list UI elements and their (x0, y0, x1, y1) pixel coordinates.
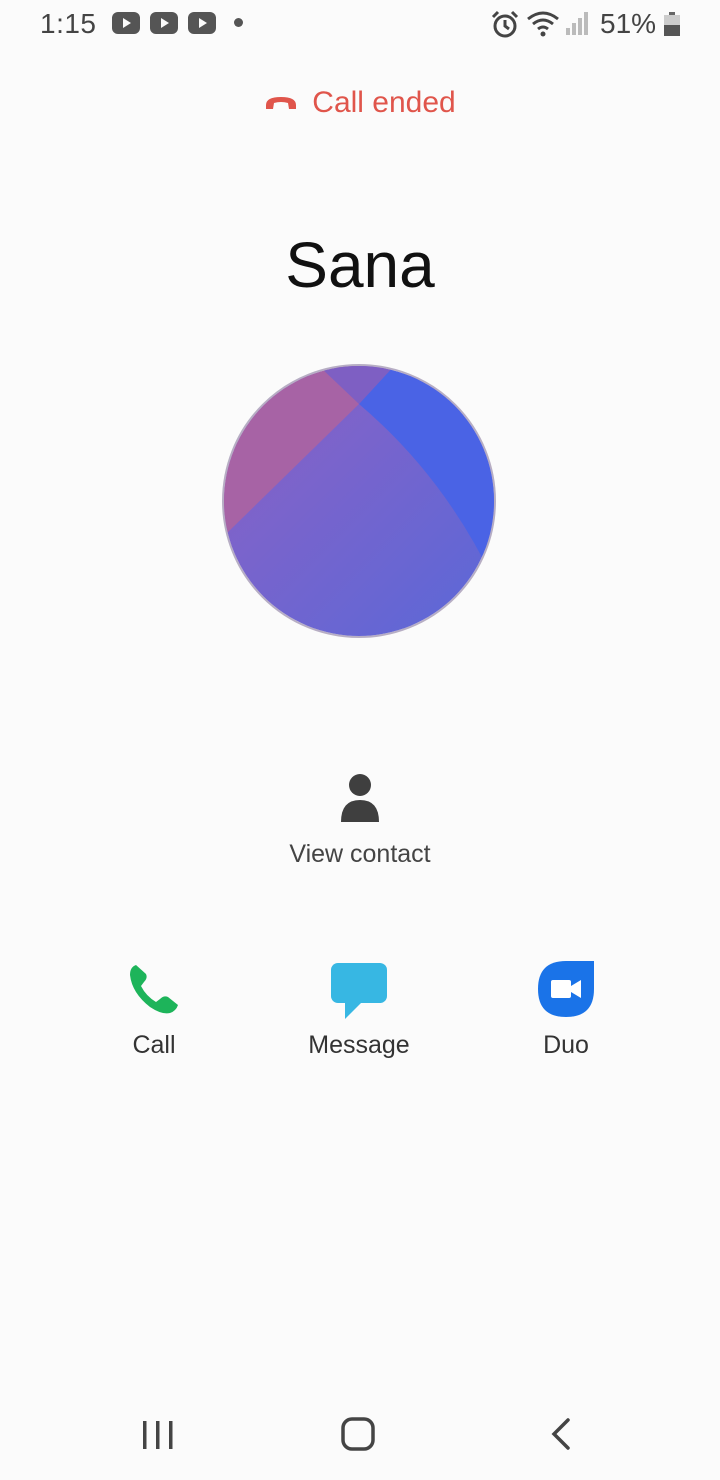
wifi-icon (527, 11, 559, 37)
status-bar: 1:15 51% (0, 0, 720, 48)
navigation-bar (0, 1390, 720, 1480)
duo-button[interactable]: Duo (486, 955, 646, 1075)
message-label: Message (308, 1031, 410, 1059)
contact-name: Sana (285, 229, 435, 301)
person-icon (341, 774, 379, 822)
youtube-icon (188, 12, 216, 34)
duo-label: Duo (543, 1031, 589, 1059)
hang-up-icon (266, 97, 297, 109)
back-icon[interactable] (530, 1408, 590, 1458)
contact-avatar[interactable] (222, 364, 496, 638)
battery-icon (664, 12, 680, 36)
notification-dot (234, 18, 243, 27)
youtube-icon (112, 12, 140, 34)
alarm-icon (491, 10, 519, 38)
view-contact-label: View contact (289, 840, 431, 868)
signal-icon (566, 12, 588, 35)
call-ended-text: Call ended (312, 86, 456, 119)
status-time: 1:15 (40, 8, 97, 39)
message-icon (331, 963, 387, 1019)
view-contact-button[interactable]: View contact (260, 768, 460, 878)
battery-percentage: 51% (600, 8, 657, 39)
phone-icon (130, 965, 178, 1014)
call-button[interactable]: Call (74, 955, 234, 1075)
call-label: Call (132, 1031, 176, 1059)
duo-video-icon (538, 961, 594, 1017)
youtube-icon (150, 12, 178, 34)
recent-apps-icon[interactable] (128, 1408, 188, 1458)
home-icon[interactable] (328, 1408, 388, 1458)
message-button[interactable]: Message (279, 955, 439, 1075)
call-status: Call ended (0, 86, 720, 120)
